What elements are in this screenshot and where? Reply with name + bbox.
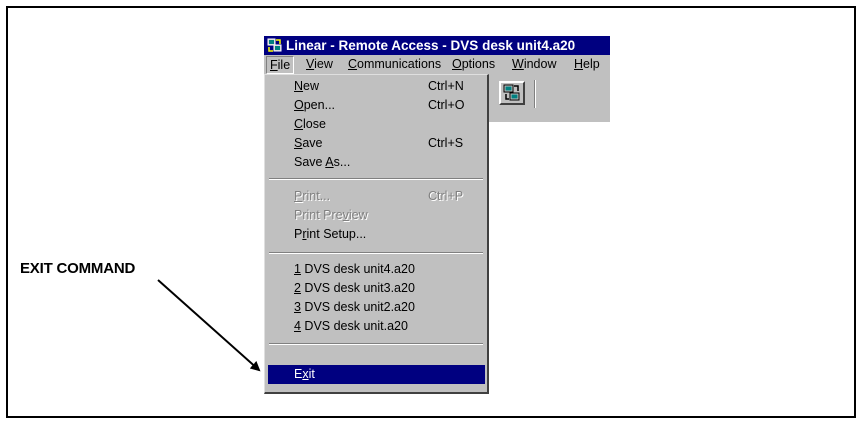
- callout-arrow: [157, 279, 261, 372]
